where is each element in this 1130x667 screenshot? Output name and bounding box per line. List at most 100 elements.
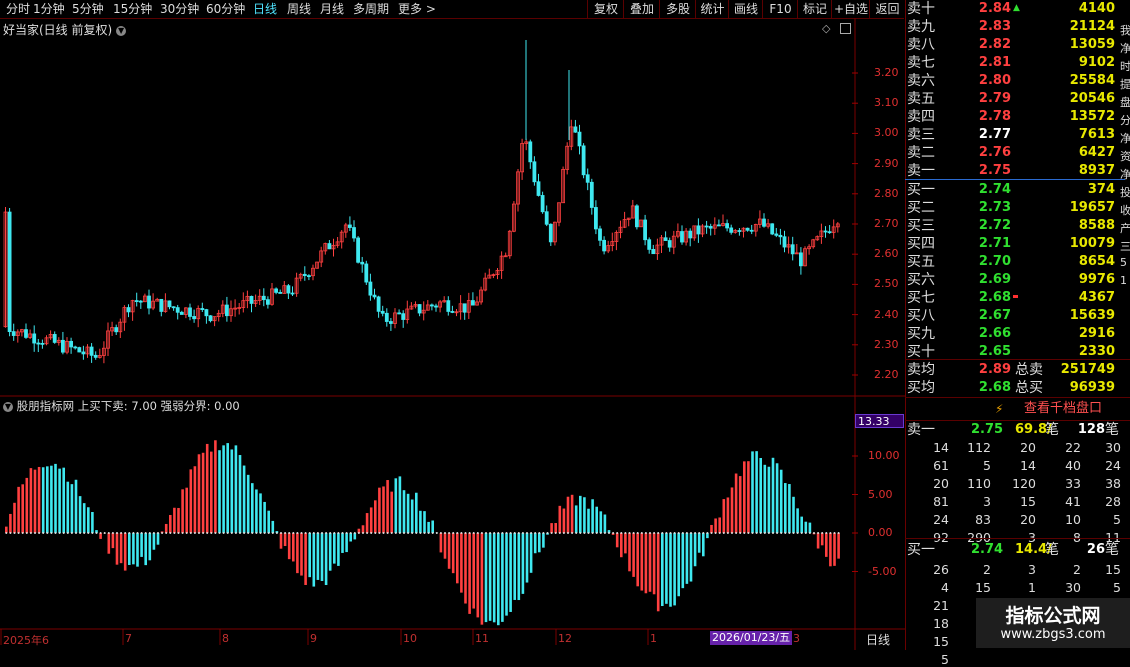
candle (139, 301, 142, 302)
indicator-bar (333, 533, 336, 564)
indicator-bar (38, 467, 41, 533)
spread-divider (905, 179, 1125, 180)
asks-row[interactable]: 卖七2.819102 (905, 54, 1130, 72)
asks-row[interactable]: 卖八2.8213059 (905, 36, 1130, 54)
zero-dot (510, 532, 512, 534)
asks-row[interactable]: 卖六2.8025584 (905, 72, 1130, 90)
queue-cell: 20 (919, 476, 949, 491)
asks-row[interactable]: 卖四2.7813572 (905, 108, 1130, 126)
queue-cell: 81 (919, 494, 949, 509)
candle (533, 162, 536, 182)
zero-dot (173, 532, 175, 534)
level-volume: 8937 (1035, 162, 1115, 180)
indicator-bar (157, 533, 160, 545)
bids-row[interactable]: 买四2.7110079 (905, 235, 1130, 253)
level-volume: 13059 (1035, 36, 1115, 54)
qiandang-button[interactable]: ⚡ 查看千档盘口 (905, 399, 1130, 419)
candle (377, 297, 380, 311)
zero-dot (551, 532, 553, 534)
level-label: 卖六 (907, 72, 935, 90)
zero-dot (501, 532, 503, 534)
indicator-bar (452, 533, 455, 573)
candle (603, 240, 606, 251)
dropdown-icon[interactable]: ▼ (116, 26, 126, 36)
candle (599, 229, 602, 240)
level-volume: 9102 (1035, 54, 1115, 72)
indicator-bar (821, 533, 824, 545)
zero-dot (735, 532, 737, 534)
chart-area[interactable] (0, 0, 905, 650)
level-price: 2.67 (971, 307, 1011, 325)
indicator-bar (42, 467, 45, 533)
asks-row[interactable]: 卖一2.758937 (905, 162, 1130, 180)
indicator-bar (21, 484, 24, 533)
period-label[interactable]: 日线 (866, 631, 890, 648)
indicator-bar (805, 522, 808, 533)
candle (463, 304, 466, 312)
zero-dot (485, 532, 487, 534)
indicator-bar (149, 533, 152, 560)
candle (726, 224, 729, 228)
queue-cell: 3 (961, 494, 991, 509)
asks-row[interactable]: 卖三2.777613 (905, 126, 1130, 144)
zero-dot (649, 532, 651, 534)
level-volume: 21124 (1035, 18, 1115, 36)
bids-row[interactable]: 买八2.6715639 (905, 307, 1130, 325)
zero-dot (670, 532, 672, 534)
indicator-bar (571, 495, 574, 533)
level-price: 2.76 (971, 144, 1011, 162)
asks-row[interactable]: 卖五2.7920546 (905, 90, 1130, 108)
zero-dot (141, 532, 143, 534)
bids-row[interactable]: 买三2.728588 (905, 217, 1130, 235)
indicator-bar (784, 483, 787, 533)
candle (33, 334, 36, 343)
indicator-bar (317, 533, 320, 580)
zero-dot (387, 532, 389, 534)
level-volume: 9976 (1035, 271, 1115, 289)
candle (78, 348, 81, 352)
zero-dot (165, 532, 167, 534)
indicator-bar (497, 533, 500, 625)
indicator-bar (825, 533, 828, 557)
asks-row[interactable]: 卖九2.8321124 (905, 18, 1130, 36)
candle (717, 225, 720, 226)
bids-row[interactable]: 买六2.699976 (905, 271, 1130, 289)
candle (664, 238, 667, 241)
indicator-dropdown-icon[interactable]: ▼ (3, 402, 13, 412)
asks-row[interactable]: 卖二2.766427 (905, 144, 1130, 162)
bids-row[interactable]: 买七2.684367 (905, 289, 1130, 307)
zero-dot (702, 532, 704, 534)
bids-row[interactable]: 买二2.7319657 (905, 199, 1130, 217)
queue-cell: 15 (1006, 494, 1036, 509)
zero-dot (190, 532, 192, 534)
candle (578, 132, 581, 146)
side-panel-char: 分 (1120, 112, 1130, 128)
bids-row[interactable]: 买一2.74374 (905, 181, 1130, 199)
indicator-bar (526, 533, 529, 583)
candle (430, 305, 433, 306)
window-icon[interactable] (840, 23, 851, 34)
candle (357, 238, 360, 262)
indicator-bar (587, 509, 590, 533)
queue-cell: 15 (919, 634, 949, 649)
zero-dot (493, 532, 495, 534)
zero-dot (214, 532, 216, 534)
zero-dot (760, 532, 762, 534)
candle (53, 334, 56, 342)
indicator-bar (91, 512, 94, 533)
zero-dot (30, 532, 32, 534)
indicator-bar (530, 533, 533, 573)
queue-cell: 5 (1091, 512, 1121, 527)
indicator-bar (780, 470, 783, 533)
indicator-bar (788, 484, 791, 533)
queue-cell: 5 (961, 458, 991, 473)
level-label: 买四 (907, 235, 935, 253)
zero-dot (665, 532, 667, 534)
main-chart-title: 好当家(日线 前复权) ▼ (3, 21, 126, 38)
bids-row[interactable]: 买五2.708654 (905, 253, 1130, 271)
zero-dot (428, 532, 430, 534)
diamond-icon[interactable]: ◇ (822, 22, 830, 35)
bids-row[interactable]: 买九2.662916 (905, 325, 1130, 343)
zero-dot (272, 532, 274, 534)
queue-cell: 14 (1006, 458, 1036, 473)
